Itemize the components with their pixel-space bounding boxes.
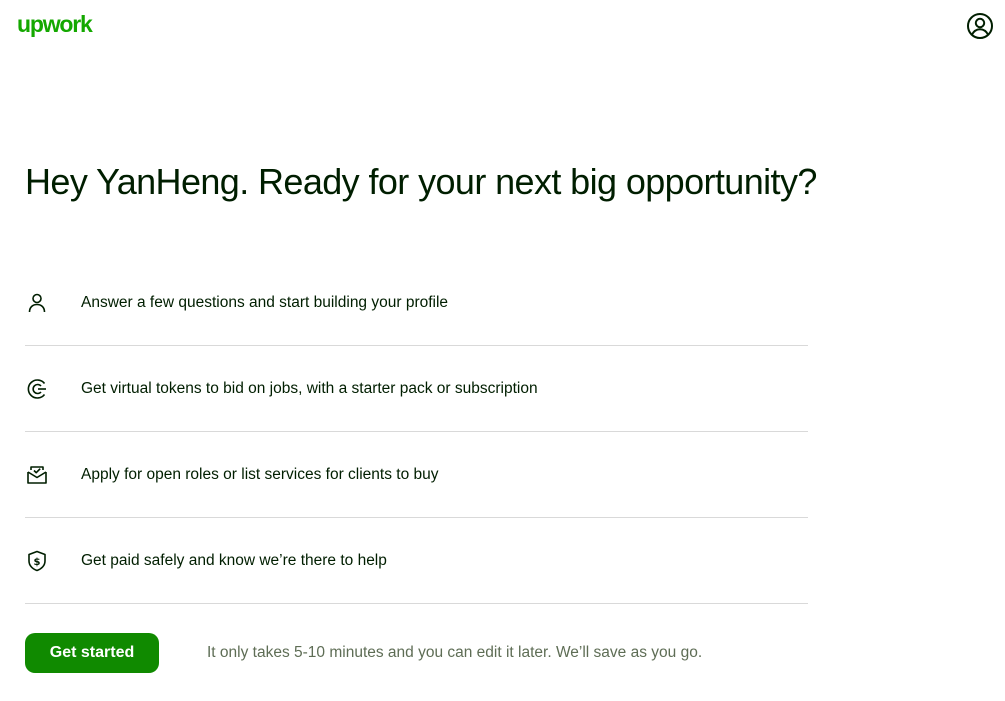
page: upwork Hey YanHeng. Ready for your next … [0,0,1005,701]
connects-token-icon [25,377,49,401]
user-circle-icon [967,13,993,39]
list-item: $ Get paid safely and know we’re there t… [25,518,808,604]
page-title: Hey YanHeng. Ready for your next big opp… [25,161,817,202]
envelope-check-icon [25,463,49,487]
list-item: Apply for open roles or list services fo… [25,432,808,518]
upwork-logo[interactable]: upwork [17,8,93,40]
get-started-button[interactable]: Get started [25,633,159,673]
svg-text:$: $ [34,557,41,568]
shield-dollar-icon: $ [25,549,49,573]
list-item: Get virtual tokens to bid on jobs, with … [25,346,808,432]
steps-list: Answer a few questions and start buildin… [25,260,808,604]
list-item: Answer a few questions and start buildin… [25,260,808,346]
account-button[interactable] [963,9,997,43]
step-label: Answer a few questions and start buildin… [81,294,449,311]
step-label: Apply for open roles or list services fo… [81,466,439,483]
step-label: Get virtual tokens to bid on jobs, with … [81,380,538,397]
time-estimate-note: It only takes 5-10 minutes and you can e… [207,644,703,661]
step-label: Get paid safely and know we’re there to … [81,552,387,569]
person-icon [25,291,49,315]
